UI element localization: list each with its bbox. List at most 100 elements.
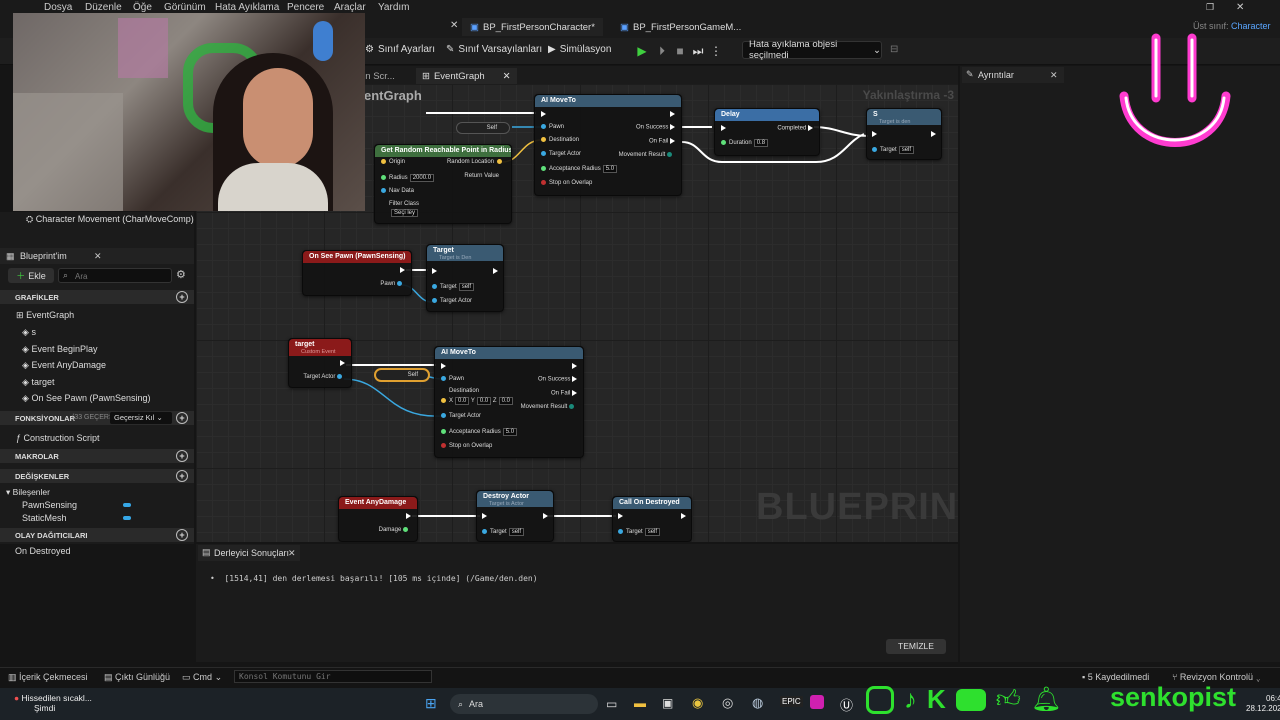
components-tree-item[interactable]: ⛭ Character Movement (CharMoveComp)	[26, 214, 194, 225]
self-reference-node-selected[interactable]: Self	[374, 368, 430, 382]
details-tab[interactable]: ✎ Ayrıntılar ✕	[962, 67, 1064, 83]
eject-icon[interactable]: ⏭	[690, 43, 706, 59]
call-on-destroyed-node[interactable]: Call On Destroyed Target self	[612, 496, 692, 542]
menu-item-file[interactable]: Dosya	[44, 2, 72, 13]
target-custom-event-node[interactable]: target Custom Event Target Actor	[288, 338, 352, 388]
menu-item-debug[interactable]: Hata Ayıklama	[215, 2, 279, 13]
event-anydamage-node[interactable]: Event AnyDamage Damage	[338, 496, 418, 542]
close-tab-icon[interactable]: ✕	[288, 548, 296, 559]
file-explorer-icon[interactable]: ▬	[634, 696, 646, 710]
play-icon[interactable]: ▶	[634, 43, 650, 59]
add-button[interactable]: ＋ Ekle	[8, 268, 54, 283]
graph-item-onseepawn[interactable]: ◈ On See Pawn (PawnSensing)	[22, 393, 151, 404]
output-log-button[interactable]: ▤ Çıktı Günlüğü	[104, 672, 170, 683]
destination-y-field[interactable]: 0.0	[476, 397, 492, 405]
unreal-engine-icon[interactable]: Ⓤ	[840, 695, 853, 714]
compiler-results-tab[interactable]: ▤ Derleyici Sonuçları ✕	[198, 545, 300, 561]
debug-object-select[interactable]: Hata ayıklama objesi seçilmedi ⌄	[742, 39, 882, 61]
acceptance-radius-field[interactable]: 5.0	[502, 428, 518, 436]
clear-button[interactable]: TEMİZLE	[886, 639, 946, 654]
set-target-node[interactable]: Target Target is Den Target self Target A…	[426, 244, 504, 312]
simulation-button[interactable]: ▶ Simülasyon	[548, 44, 611, 55]
graph-item-target[interactable]: ◈ target	[22, 377, 54, 388]
duration-field[interactable]: 0.8	[753, 139, 769, 147]
windows-start-icon[interactable]: ⊞	[425, 695, 437, 712]
chrome-icon[interactable]: ◉	[692, 695, 703, 711]
stop-icon[interactable]: ■	[672, 43, 688, 59]
steam-icon[interactable]: ◍	[752, 695, 763, 711]
task-view-icon[interactable]: ▭	[606, 697, 617, 711]
search-input[interactable]	[73, 270, 171, 283]
menu-item-asset[interactable]: Öğe	[133, 2, 152, 13]
delay-node[interactable]: Delay Duration 0.8 Completed	[714, 108, 820, 156]
app-icon[interactable]: ◎	[722, 695, 733, 711]
components-group[interactable]: ▾ Bileşenler	[6, 487, 50, 498]
add-macro-icon[interactable]: +	[176, 450, 188, 462]
graph-item-s[interactable]: ◈ s	[22, 327, 36, 338]
more-options-icon[interactable]: ⋮	[708, 43, 724, 59]
destination-z-field[interactable]: 0.0	[498, 397, 513, 405]
content-drawer-button[interactable]: ▥ İçerik Çekmecesi	[8, 672, 88, 683]
graph-item-eventgraph[interactable]: ⊞ EventGraph	[16, 310, 74, 321]
restore-icon[interactable]: ❐	[1206, 2, 1214, 13]
console-command-input[interactable]	[234, 670, 432, 683]
add-function-icon[interactable]: +	[176, 412, 188, 424]
tab-construction-script[interactable]: on Scr...	[360, 68, 395, 84]
close-tab-icon[interactable]: ✕	[1050, 70, 1058, 81]
close-window-icon[interactable]: ✕	[1236, 2, 1244, 13]
radius-field[interactable]: 2000.0	[409, 174, 435, 182]
close-tab-icon[interactable]: ✕	[94, 251, 102, 262]
step-icon[interactable]: ⏵	[654, 43, 670, 59]
tab-eventgraph[interactable]: ⊞ EventGraph ✕	[416, 68, 517, 84]
my-blueprint-tab[interactable]: ▦ Blueprint'im ✕	[0, 248, 194, 264]
cmd-dropdown[interactable]: ▭ Cmd ⌄	[182, 672, 222, 683]
ai-moveto-node-mid[interactable]: AI MoveTo Pawn Destination X 0.0 Y 0.0 Z 0.…	[434, 346, 584, 458]
override-dropdown[interactable]: Geçersiz Kıl ⌄	[110, 412, 172, 424]
graph-item-beginplay[interactable]: ◈ Event BeginPlay	[22, 344, 97, 355]
app-pink-icon[interactable]	[810, 695, 824, 709]
find-icon[interactable]: ⊟	[890, 44, 898, 55]
variable-item-staticmesh[interactable]: StaticMesh	[22, 513, 67, 523]
close-tab-icon[interactable]: ✕	[503, 71, 511, 82]
ai-moveto-node-top[interactable]: AI MoveTo Pawn Destination Target Actor …	[534, 94, 682, 196]
store-icon[interactable]: ▣	[662, 696, 673, 710]
revision-control-button[interactable]: ⑂ Revizyon Kontrolü ⌄	[1172, 672, 1261, 682]
menu-item-tools[interactable]: Araçlar	[334, 2, 366, 13]
add-graph-icon[interactable]: +	[176, 291, 188, 303]
menu-item-help[interactable]: Yardım	[378, 2, 410, 13]
menu-item-view[interactable]: Görünüm	[164, 2, 206, 13]
parent-class-link[interactable]: Character	[1231, 21, 1271, 31]
add-dispatcher-icon[interactable]: +	[176, 529, 188, 541]
unsaved-button[interactable]: ▪ 5 Kaydedilmedi	[1082, 672, 1149, 682]
destroy-actor-node[interactable]: Destroy Actor Target is Actor Target self	[476, 490, 554, 542]
dispatchers-section-header[interactable]: OLAY DAĞITICILARI +	[0, 528, 194, 542]
get-random-reachable-node[interactable]: Get Random Reachable Point in Radius Ori…	[374, 144, 512, 224]
function-item-construction[interactable]: ƒ Construction Script	[16, 433, 100, 443]
graphs-section-header[interactable]: GRAFİKLER +	[0, 290, 194, 304]
class-defaults-button[interactable]: ✎ Sınıf Varsayılanları	[446, 44, 542, 55]
acceptance-radius-field[interactable]: 5.0	[602, 165, 618, 173]
menu-item-window[interactable]: Pencere	[287, 2, 324, 13]
close-tab-icon[interactable]: ✕	[450, 20, 458, 31]
settings-gear-icon[interactable]: ⚙	[176, 268, 186, 281]
weather-widget[interactable]: ● Hissedilen sıcakl... Şimdi	[14, 693, 92, 713]
menu-item-edit[interactable]: Düzenle	[85, 2, 122, 13]
variables-section-header[interactable]: DEĞİŞKENLER +	[0, 469, 194, 483]
doc-tab-character[interactable]: ▣ BP_FirstPersonCharacter*	[462, 18, 603, 36]
taskbar-search[interactable]: ⌕ Ara	[450, 694, 598, 714]
blueprint-search-box[interactable]: ⌕	[58, 268, 172, 283]
doc-tab-gamemode[interactable]: ▣ BP_FirstPersonGameM...	[612, 18, 749, 36]
macros-section-header[interactable]: MAKROLAR +	[0, 449, 194, 463]
variable-item-pawnsensing[interactable]: PawnSensing	[22, 500, 77, 510]
on-see-pawn-node[interactable]: On See Pawn (PawnSensing) Pawn	[302, 250, 412, 296]
s-function-node[interactable]: S Target is den Target self	[866, 108, 942, 160]
destination-x-field[interactable]: 0.0	[455, 397, 470, 405]
taskbar-clock[interactable]: 06:47 28.12.2025	[1246, 694, 1280, 714]
self-reference-node[interactable]: Self	[456, 122, 510, 134]
dispatcher-item-ondestroyed[interactable]: On Destroyed	[15, 546, 71, 556]
add-variable-icon[interactable]: +	[176, 470, 188, 482]
graph-item-anydamage[interactable]: ◈ Event AnyDamage	[22, 360, 106, 371]
class-settings-button[interactable]: ⚙ Sınıf Ayarları	[365, 44, 435, 55]
epic-games-icon[interactable]: EPIC	[780, 696, 803, 707]
filter-class-select[interactable]: Seçi ley	[391, 209, 419, 217]
